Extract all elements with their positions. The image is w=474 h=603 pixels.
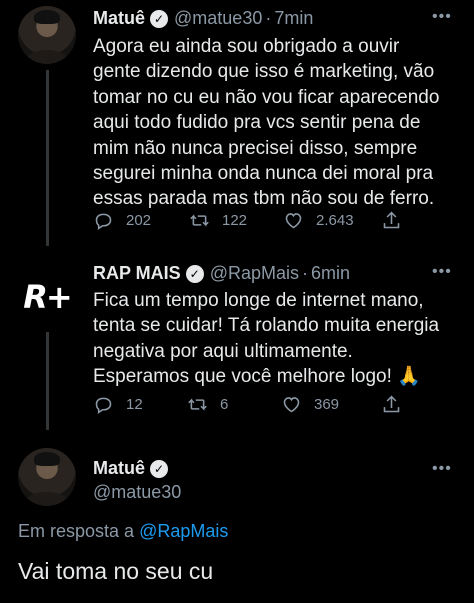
handle[interactable]: @matue30 — [93, 482, 181, 503]
tweet-text: Vai toma no seu cu — [18, 558, 214, 584]
avatar[interactable] — [18, 6, 76, 64]
display-name[interactable]: RAP MAIS — [93, 263, 181, 284]
tweet-header: Matuê ✓ — [93, 458, 174, 479]
share-icon — [383, 211, 400, 229]
like-icon — [283, 397, 300, 413]
separator: · — [265, 8, 272, 28]
tweet-header: RAP MAIS ✓ @RapMais · 6min — [93, 263, 350, 284]
reply-context: Em resposta a @RapMais — [18, 521, 228, 542]
retweet-count: 6 — [220, 396, 229, 413]
like-count: 2.643 — [316, 212, 354, 229]
retweet-icon — [188, 398, 207, 411]
reply-button[interactable]: 12 — [93, 394, 187, 415]
reply-mention[interactable]: @RapMais — [139, 521, 228, 541]
thread-line — [46, 332, 49, 430]
like-button[interactable]: 2.643 — [283, 210, 381, 231]
reply-count: 12 — [126, 396, 143, 413]
rap-mais-logo: R+ — [23, 278, 72, 316]
verified-icon: ✓ — [150, 9, 169, 28]
handle[interactable]: @matue30 — [174, 8, 262, 29]
more-icon[interactable]: ••• — [432, 460, 452, 478]
separator: · — [301, 263, 308, 283]
handle-row: @matue30 — [93, 482, 181, 503]
reply-button[interactable]: 202 — [93, 210, 189, 231]
retweet-button[interactable]: 122 — [189, 210, 283, 231]
action-bar: 12 6 369 — [93, 394, 402, 415]
reply-count: 202 — [126, 212, 152, 229]
share-button[interactable] — [381, 210, 402, 231]
display-name[interactable]: Matuê — [93, 8, 145, 29]
verified-icon: ✓ — [185, 264, 204, 283]
reply-icon — [95, 213, 112, 230]
reply-prefix: Em resposta a — [18, 521, 135, 541]
tweet-text: Fica um tempo longe de internet mano, te… — [93, 290, 440, 388]
reply-icon — [95, 397, 112, 414]
like-button[interactable]: 369 — [281, 394, 381, 415]
avatar[interactable]: R+ — [18, 268, 76, 326]
tweet-header: Matuê ✓ @matue30 · 7min — [93, 8, 313, 29]
more-icon[interactable]: ••• — [432, 263, 452, 281]
retweet-icon — [190, 214, 209, 227]
more-icon[interactable]: ••• — [432, 8, 452, 26]
thread-line — [46, 70, 49, 246]
like-count: 369 — [314, 396, 340, 413]
like-icon — [285, 213, 302, 229]
tweet-text: Agora eu ainda sou obrigado a ouvir gent… — [93, 36, 440, 210]
verified-icon: ✓ — [150, 459, 169, 478]
display-name[interactable]: Matuê — [93, 458, 145, 479]
retweet-button[interactable]: 6 — [187, 394, 281, 415]
share-icon — [383, 395, 400, 413]
avatar[interactable] — [18, 448, 76, 506]
share-button[interactable] — [381, 394, 402, 415]
timestamp[interactable]: 6min — [311, 263, 350, 284]
action-bar: 202 122 2.643 — [93, 210, 402, 231]
timestamp[interactable]: 7min — [274, 8, 313, 29]
handle[interactable]: @RapMais — [210, 263, 299, 284]
retweet-count: 122 — [222, 212, 248, 229]
